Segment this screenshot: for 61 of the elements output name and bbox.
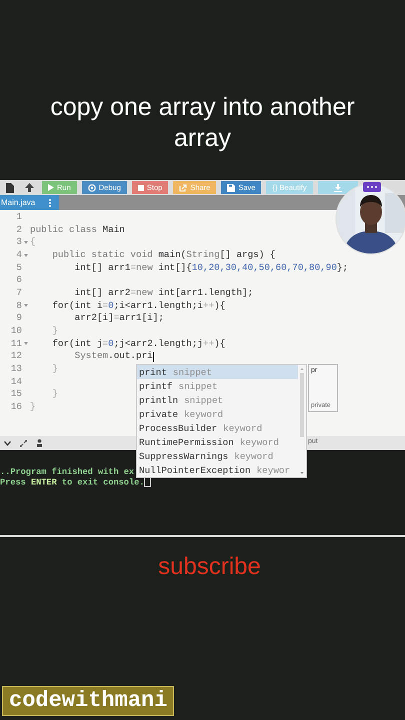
code-line: { <box>30 236 36 249</box>
line-number: 8 <box>15 300 22 312</box>
code-line: for(int j=0;j<arr2.length;j++){ <box>51 338 226 350</box>
code-line: } <box>30 400 36 414</box>
code-line: System.out.pri <box>74 350 153 363</box>
line-number: 7 <box>15 286 22 300</box>
code-line: int[] arr2=new int[arr1.length]; <box>74 286 254 300</box>
suggestion-item[interactable]: print snippet <box>137 365 298 379</box>
file-icon <box>6 182 14 192</box>
expand-icon[interactable] <box>20 440 27 446</box>
code-line: public class Main <box>30 224 125 236</box>
console-line: ..Program finished with ex <box>0 467 134 477</box>
channel-label: codewithmani <box>2 686 174 716</box>
suggestion-item[interactable]: RuntimePermission keyword <box>137 435 298 449</box>
kebab-menu-icon[interactable] <box>49 198 52 206</box>
line-number: 3 <box>15 236 22 249</box>
subscribe-text: subscribe <box>158 553 261 581</box>
stop-icon <box>138 184 144 190</box>
share-icon <box>179 184 188 192</box>
fold-icon[interactable] <box>24 254 28 257</box>
video-title: copy one array into another array <box>49 92 356 154</box>
suggestion-item[interactable]: printf snippet <box>137 379 298 393</box>
chevron-down-icon[interactable] <box>4 440 11 446</box>
suggestion-item[interactable]: println snippet <box>137 393 298 407</box>
code-line: for(int i=0;i<arr1.length;i++){ <box>51 300 226 312</box>
code-line: int[] arr1=new int[]{10,20,30,40,50,60,70,80,90}; <box>74 262 348 274</box>
floppy-icon <box>227 184 236 192</box>
more-button[interactable] <box>363 182 381 192</box>
code-line: } <box>51 388 58 401</box>
line-number: 2 <box>15 224 22 236</box>
line-number: 1 <box>15 211 22 224</box>
suggestion-item[interactable]: SuppressWarnings keyword <box>137 449 298 463</box>
line-number: 5 <box>15 262 22 274</box>
line-number: 6 <box>15 274 22 287</box>
download-icon <box>334 184 342 192</box>
code-line: } <box>51 324 58 338</box>
line-number: 10 <box>10 324 22 338</box>
target-icon <box>88 184 96 192</box>
suggestion-item[interactable]: NullPointerException keywor <box>137 463 298 477</box>
upload-button[interactable] <box>22 181 37 194</box>
play-icon <box>48 184 54 191</box>
console-line: Press ENTER to exit console. <box>0 477 144 488</box>
line-number: 16 <box>10 400 22 414</box>
fold-icon[interactable] <box>24 342 28 346</box>
line-number: 9 <box>15 312 22 325</box>
line-number: 4 <box>15 248 22 262</box>
file-button[interactable] <box>3 181 17 194</box>
fold-icon[interactable] <box>24 304 28 308</box>
suggestion-item[interactable]: private keyword <box>137 407 298 421</box>
suggestion-item[interactable]: ProcessBuilder keyword <box>137 421 298 435</box>
line-number: 14 <box>10 376 22 388</box>
line-number: 11 <box>10 338 22 350</box>
file-tab[interactable]: Main.java <box>0 195 60 210</box>
line-number: 12 <box>10 350 22 363</box>
code-line: arr2[i]=arr1[i]; <box>74 312 164 325</box>
line-number: 15 <box>10 388 22 401</box>
fold-icon[interactable] <box>24 241 28 244</box>
code-line: public static void main(String[] args) { <box>51 248 276 262</box>
upload-icon <box>25 183 34 192</box>
code-line: } <box>51 362 58 376</box>
line-number: 13 <box>10 362 22 376</box>
